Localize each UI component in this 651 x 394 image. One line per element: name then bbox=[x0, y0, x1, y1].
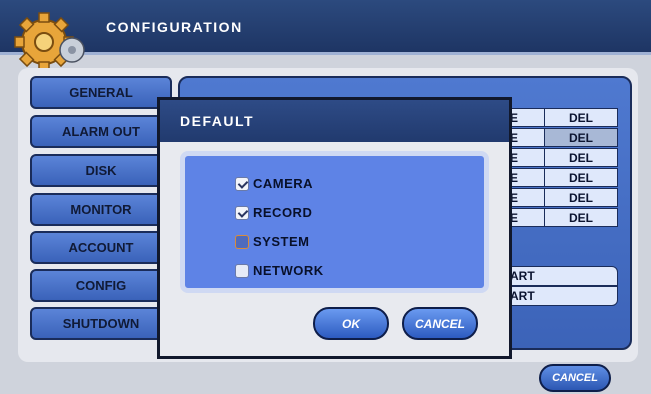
delete-button[interactable]: DEL bbox=[544, 208, 618, 227]
options-panel: CAMERA RECORD SYSTEM NETWORK bbox=[180, 151, 489, 293]
start-button[interactable]: ART bbox=[505, 286, 618, 306]
menu-item-shutdown[interactable]: SHUTDOWN bbox=[30, 307, 172, 340]
menu-item-general[interactable]: GENERAL bbox=[30, 76, 172, 109]
cancel-button[interactable]: CANCEL bbox=[402, 307, 478, 340]
start-button[interactable]: ART bbox=[505, 266, 618, 286]
option-label: NETWORK bbox=[253, 263, 324, 278]
dialog-title: DEFAULT bbox=[160, 100, 509, 142]
menu-item-account[interactable]: ACCOUNT bbox=[30, 231, 172, 264]
menu-item-monitor[interactable]: MONITOR bbox=[30, 193, 172, 226]
title-bar: CONFIGURATION bbox=[0, 0, 651, 55]
delete-button[interactable]: DEL bbox=[544, 188, 618, 207]
option-camera[interactable]: CAMERA bbox=[235, 176, 313, 191]
checkbox-unchecked-icon[interactable] bbox=[235, 263, 249, 278]
option-record[interactable]: RECORD bbox=[235, 205, 312, 220]
delete-button[interactable]: DEL bbox=[544, 148, 618, 167]
checkbox-unchecked-icon[interactable] bbox=[235, 234, 249, 249]
default-dialog: DEFAULT CAMERA RECORD SYSTEM NETWORK OK … bbox=[157, 97, 512, 359]
menu-item-disk[interactable]: DISK bbox=[30, 154, 172, 187]
delete-button[interactable]: DEL bbox=[544, 168, 618, 187]
delete-button[interactable]: DEL bbox=[544, 128, 618, 147]
ok-button[interactable]: OK bbox=[313, 307, 389, 340]
delete-button[interactable]: DEL bbox=[544, 108, 618, 127]
option-label: RECORD bbox=[253, 205, 313, 220]
checkbox-checked-icon[interactable] bbox=[235, 205, 249, 220]
checkbox-checked-icon[interactable] bbox=[235, 176, 249, 191]
menu-item-config[interactable]: CONFIG bbox=[30, 269, 172, 302]
option-label: CAMERA bbox=[253, 176, 314, 191]
menu-item-alarm-out[interactable]: ALARM OUT bbox=[30, 115, 172, 148]
window-title: CONFIGURATION bbox=[106, 19, 243, 35]
option-system[interactable]: SYSTEM bbox=[235, 234, 309, 249]
option-label: SYSTEM bbox=[253, 234, 310, 249]
cancel-button[interactable]: CANCEL bbox=[539, 364, 611, 392]
option-network[interactable]: NETWORK bbox=[235, 263, 324, 278]
gear-icon bbox=[14, 12, 85, 72]
